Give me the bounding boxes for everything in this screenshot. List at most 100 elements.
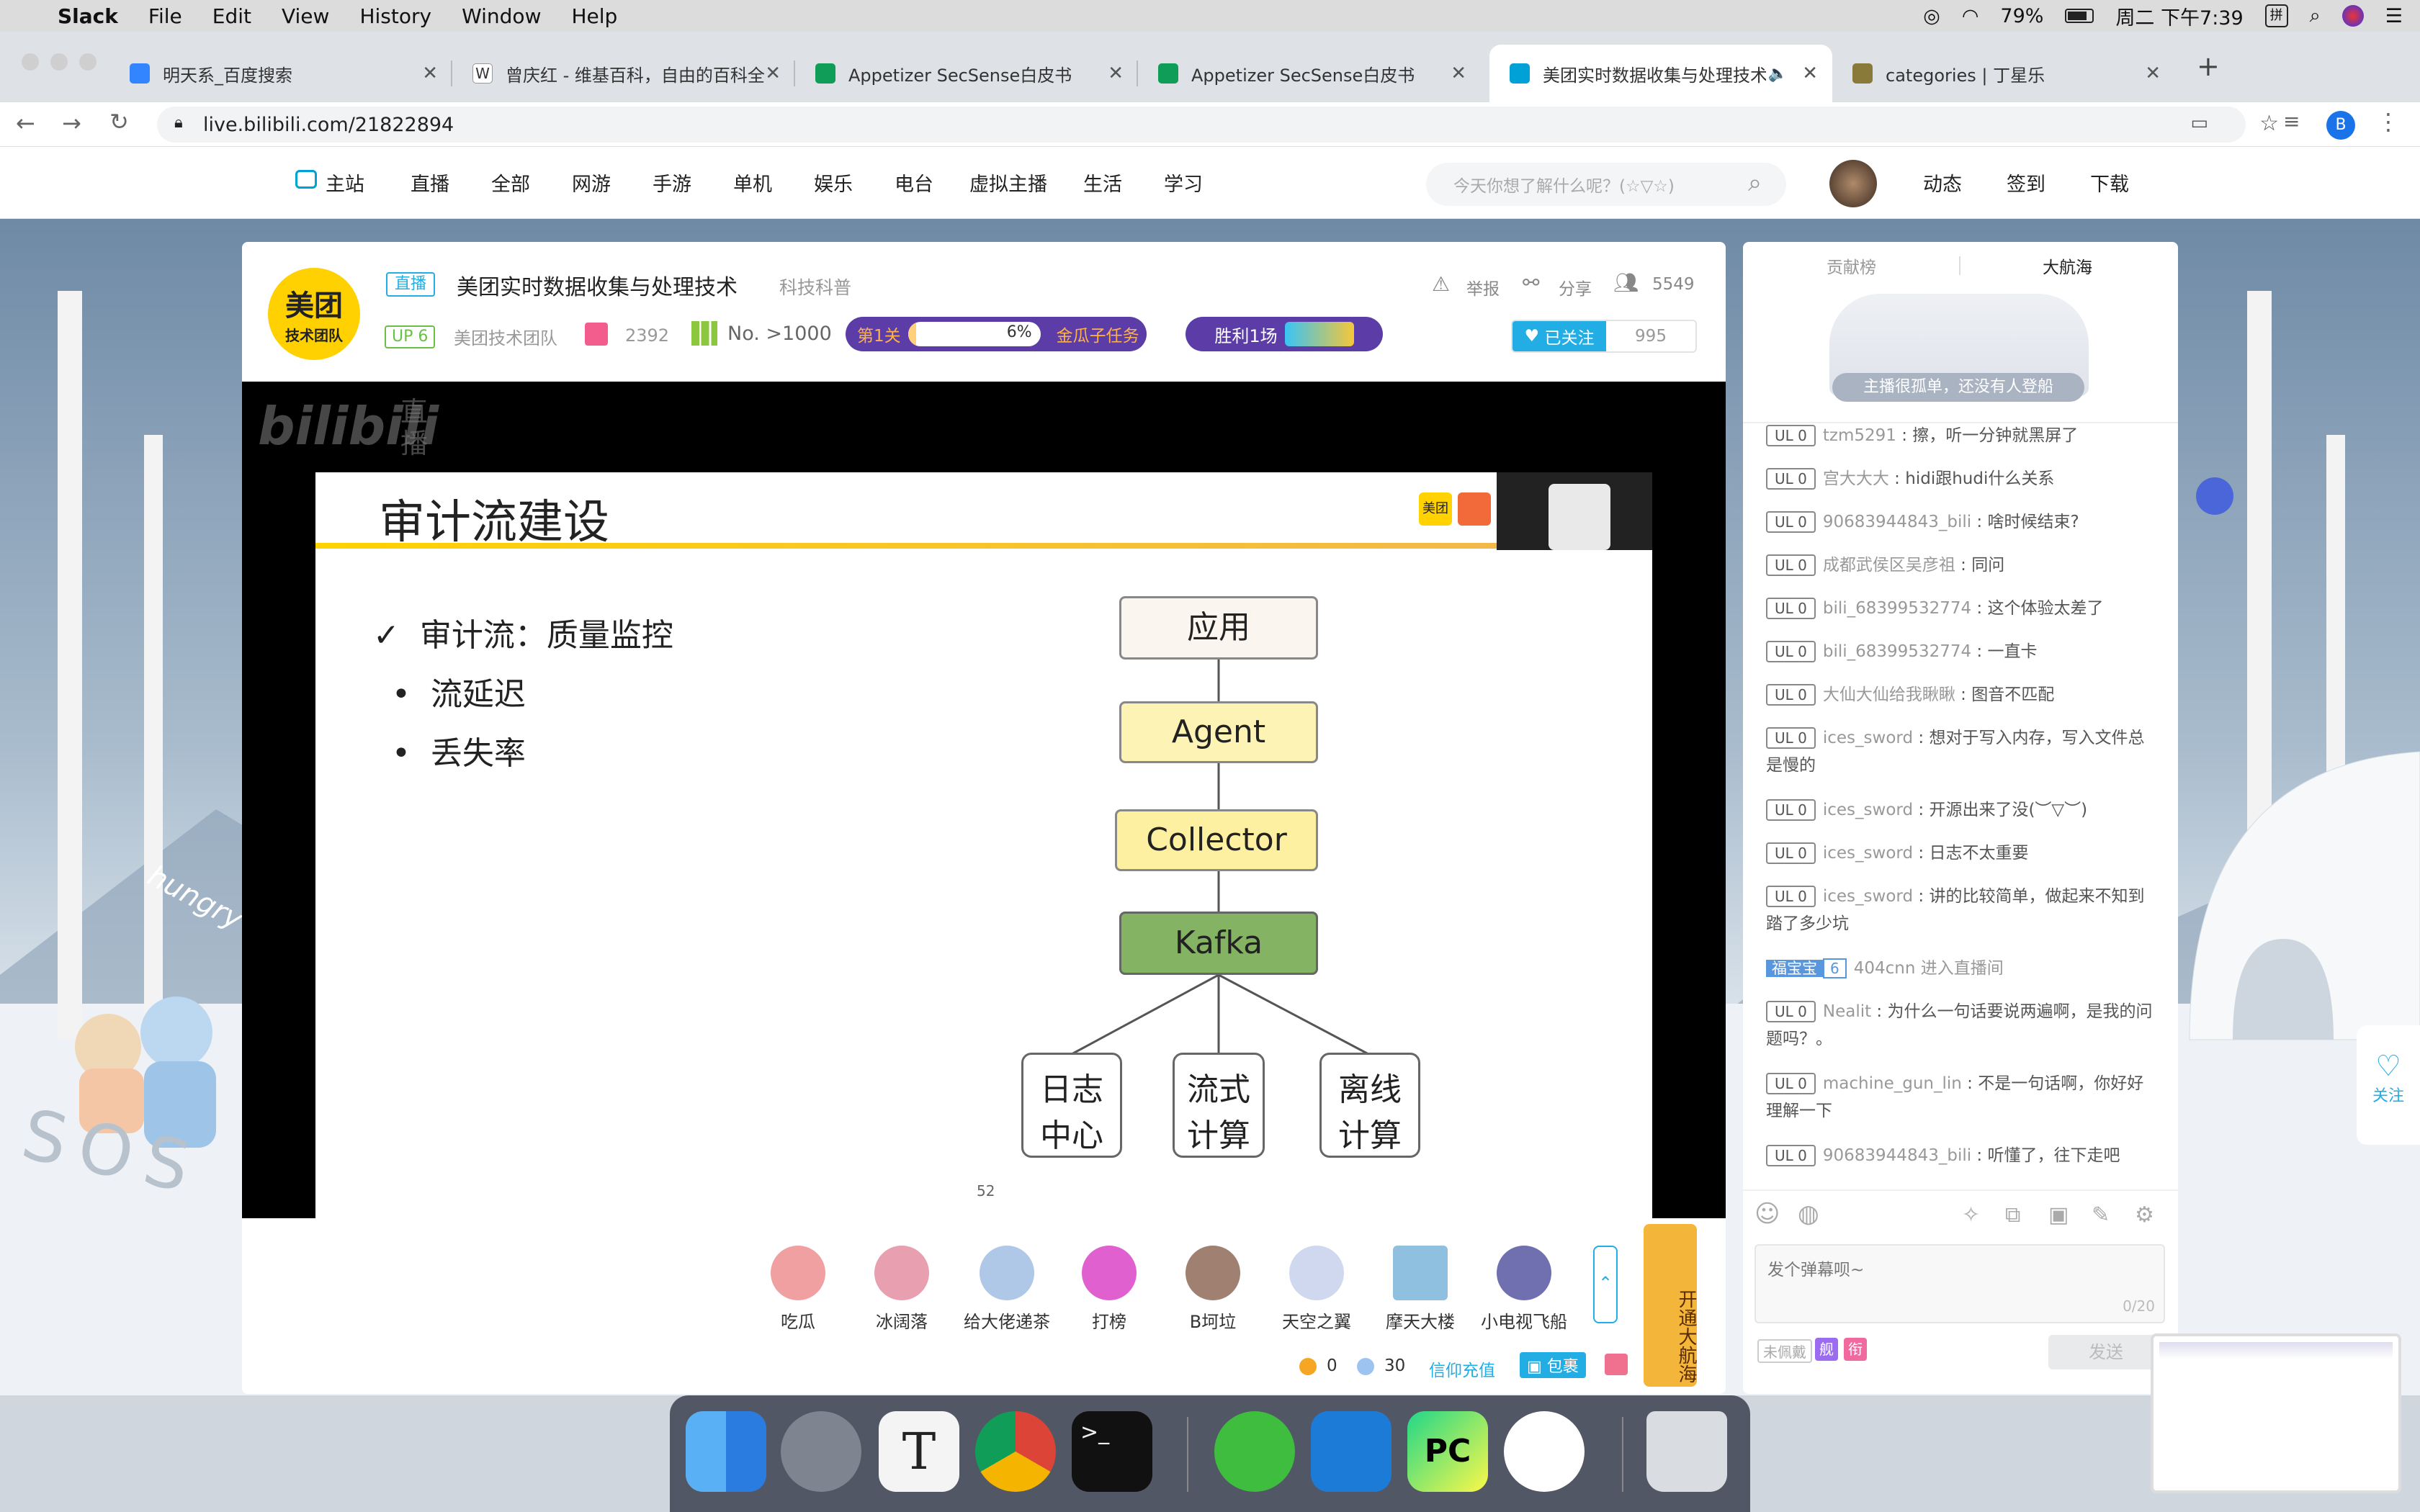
captain-tag-icon[interactable]: 舰	[1815, 1338, 1838, 1361]
tab-bilibili-live[interactable]: 美团实时数据收集与处理技术 🔈 ✕	[1489, 45, 1832, 102]
chat-username[interactable]: ices_sword	[1823, 729, 1913, 747]
room-category[interactable]: 科技科普	[779, 274, 851, 300]
spotlight-icon[interactable]: ⌕	[2310, 4, 2321, 27]
gift-bkela[interactable]: B坷垃	[1170, 1246, 1256, 1333]
chat-username[interactable]: 宫大大大	[1823, 469, 1889, 488]
chat-message[interactable]: UL 0 成都武侯区吴彦祖 : 同问	[1766, 552, 2155, 579]
chat-message[interactable]: UL 0 Nealit : 为什么一句话要说两遍啊，是我的问题吗？。	[1766, 998, 2155, 1053]
chat-message[interactable]: UL 0 bili_68399532774 : 一直卡	[1766, 638, 2155, 665]
effect-icon[interactable]: ✧	[1962, 1202, 1980, 1228]
chat-message[interactable]: UL 0 90683944843_bili : 听懂了，往下走吧	[1766, 1142, 2155, 1169]
nav-download[interactable]: 下载	[2090, 168, 2129, 197]
menu-view[interactable]: View	[282, 4, 329, 28]
back-icon[interactable]: ←	[16, 109, 35, 137]
chat-username[interactable]: tzm5291	[1823, 426, 1896, 445]
profile-avatar[interactable]: B	[2326, 111, 2355, 140]
close-tab-icon[interactable]: ✕	[1451, 63, 1466, 84]
close-tab-icon[interactable]: ✕	[1108, 63, 1124, 84]
captain-banner[interactable]: 开通大航海	[1644, 1224, 1697, 1387]
launchpad-icon[interactable]	[781, 1411, 861, 1492]
settings-icon[interactable]: ⚙	[2135, 1202, 2154, 1228]
gift-shop-icon[interactable]	[1605, 1354, 1628, 1375]
share-icon[interactable]: ⚯	[1523, 271, 1539, 294]
reload-icon[interactable]: ↻	[109, 108, 129, 135]
pk-win-pill[interactable]: 胜利1场	[1186, 317, 1383, 351]
tab-categories[interactable]: categories | 丁星乐 ✕	[1832, 45, 2175, 102]
share-link[interactable]: 分享	[1559, 275, 1592, 300]
gift-ranking[interactable]: 打榜	[1066, 1246, 1152, 1333]
nav-life[interactable]: 生活	[1083, 168, 1122, 197]
nav-radio[interactable]: 电台	[895, 168, 933, 197]
search-input[interactable]: 今天你想了解什么呢？(☆▽☆) ⌕	[1426, 163, 1786, 206]
nav-entertainment[interactable]: 娱乐	[814, 168, 853, 197]
menu-history[interactable]: History	[359, 4, 431, 28]
chat-message[interactable]: UL 0 ices_sword : 想对于写入内存，写入文件总是慢的	[1766, 724, 2155, 779]
reading-list-icon[interactable]: ≡	[2283, 109, 2300, 133]
bag-button[interactable]: ▣ 包裹	[1520, 1352, 1586, 1378]
speaker-audio-icon[interactable]: 🔈	[1768, 65, 1788, 83]
recharge-link[interactable]: 信仰充值	[1429, 1356, 1495, 1381]
follow-button[interactable]: ♥ 已关注 995	[1511, 320, 1697, 353]
side-follow-button[interactable]: ♡ 关注	[2357, 1025, 2420, 1145]
gift-watermelon[interactable]: 吃瓜	[755, 1246, 841, 1333]
chat-username[interactable]: 大仙大仙给我瞅瞅	[1823, 685, 1955, 704]
palette-icon[interactable]: ◍	[1798, 1200, 1819, 1228]
new-tab-button[interactable]: +	[2197, 50, 2220, 82]
siri-icon[interactable]	[2341, 5, 2364, 27]
chat-message[interactable]: UL 0 machine_gun_lin : 不是一句话啊，你好好理解一下	[1766, 1070, 2155, 1125]
close-window-button[interactable]	[22, 53, 39, 71]
chrome-icon[interactable]	[975, 1411, 1056, 1492]
vscode-icon[interactable]	[1311, 1411, 1392, 1492]
chat-username[interactable]: bili_68399532774	[1823, 642, 1971, 661]
cast-icon[interactable]: ▭	[2190, 112, 2208, 134]
tab-captain[interactable]: 大航海	[2043, 253, 2092, 278]
chat-username[interactable]: bili_68399532774	[1823, 599, 1971, 618]
menu-window[interactable]: Window	[462, 4, 541, 28]
gift-skyscraper[interactable]: 摩天大楼	[1377, 1246, 1464, 1333]
chat-message[interactable]: UL 0 ices_sword : 开源出来了没(︶▽︶)	[1766, 796, 2155, 824]
minimize-window-button[interactable]	[50, 53, 68, 71]
typora-icon[interactable]: T	[879, 1411, 959, 1492]
send-button[interactable]: 发送	[2048, 1335, 2164, 1369]
nav-all[interactable]: 全部	[491, 168, 530, 197]
gift-tv-ship[interactable]: 小电视飞船	[1479, 1246, 1569, 1333]
host-name[interactable]: 美团技术团队	[454, 324, 557, 349]
enter-username[interactable]: 404cnn	[1854, 959, 1916, 978]
finder-icon[interactable]	[686, 1411, 766, 1492]
nav-main-site[interactable]: 主站	[326, 168, 364, 197]
unworn-medal-button[interactable]: 未佩戴	[1757, 1339, 1812, 1363]
nav-dynamics[interactable]: 动态	[1923, 168, 1962, 197]
report-icon[interactable]: ⚠	[1432, 272, 1450, 296]
fullscreen-window-button[interactable]	[79, 53, 97, 71]
copy-icon[interactable]: ⧉	[2005, 1202, 2020, 1228]
emoji-icon[interactable]: ☺	[1754, 1200, 1780, 1228]
screenshot-icon[interactable]: ▣	[2048, 1202, 2069, 1228]
user-avatar[interactable]	[1829, 160, 1877, 207]
close-tab-icon[interactable]: ✕	[765, 63, 781, 84]
nav-mobile-games[interactable]: 手游	[653, 168, 691, 197]
search-icon[interactable]: ⌕	[1748, 168, 1762, 197]
nav-live[interactable]: 直播	[411, 168, 449, 197]
menubar-clock[interactable]: 周二 下午7:39	[2115, 2, 2243, 30]
nav-online-games[interactable]: 网游	[572, 168, 611, 197]
close-tab-icon[interactable]: ✕	[1802, 63, 1818, 84]
gift-sky-wing[interactable]: 天空之翼	[1273, 1246, 1360, 1333]
gift-tea[interactable]: 给大佬递茶	[962, 1246, 1052, 1333]
chat-username[interactable]: 90683944843_bili	[1823, 513, 1971, 531]
tab-sheets-2[interactable]: Appetizer SecSense白皮书 ✕	[1138, 45, 1481, 102]
menu-edit[interactable]: Edit	[212, 4, 251, 28]
battery-icon[interactable]	[2065, 9, 2094, 23]
chat-message[interactable]: UL 0 90683944843_bili : 啥时候结束?	[1766, 508, 2155, 536]
chat-message[interactable]: UL 0 宫大大大 : hidi跟hudi什么关系	[1766, 465, 2155, 492]
terminal-icon[interactable]: >_	[1072, 1411, 1152, 1492]
menu-file[interactable]: File	[148, 4, 182, 28]
close-tab-icon[interactable]: ✕	[422, 63, 438, 84]
nav-study[interactable]: 学习	[1164, 168, 1203, 197]
nav-single-player[interactable]: 单机	[733, 168, 772, 197]
title-tag-icon[interactable]: 衔	[1844, 1338, 1867, 1361]
pycharm-icon[interactable]: PC	[1407, 1411, 1488, 1492]
gift-expand-button[interactable]: ⌃	[1593, 1246, 1618, 1323]
wechat-icon[interactable]	[1214, 1411, 1295, 1492]
forward-icon[interactable]: →	[62, 109, 81, 137]
tab-sheets-1[interactable]: Appetizer SecSense白皮书 ✕	[795, 45, 1138, 102]
